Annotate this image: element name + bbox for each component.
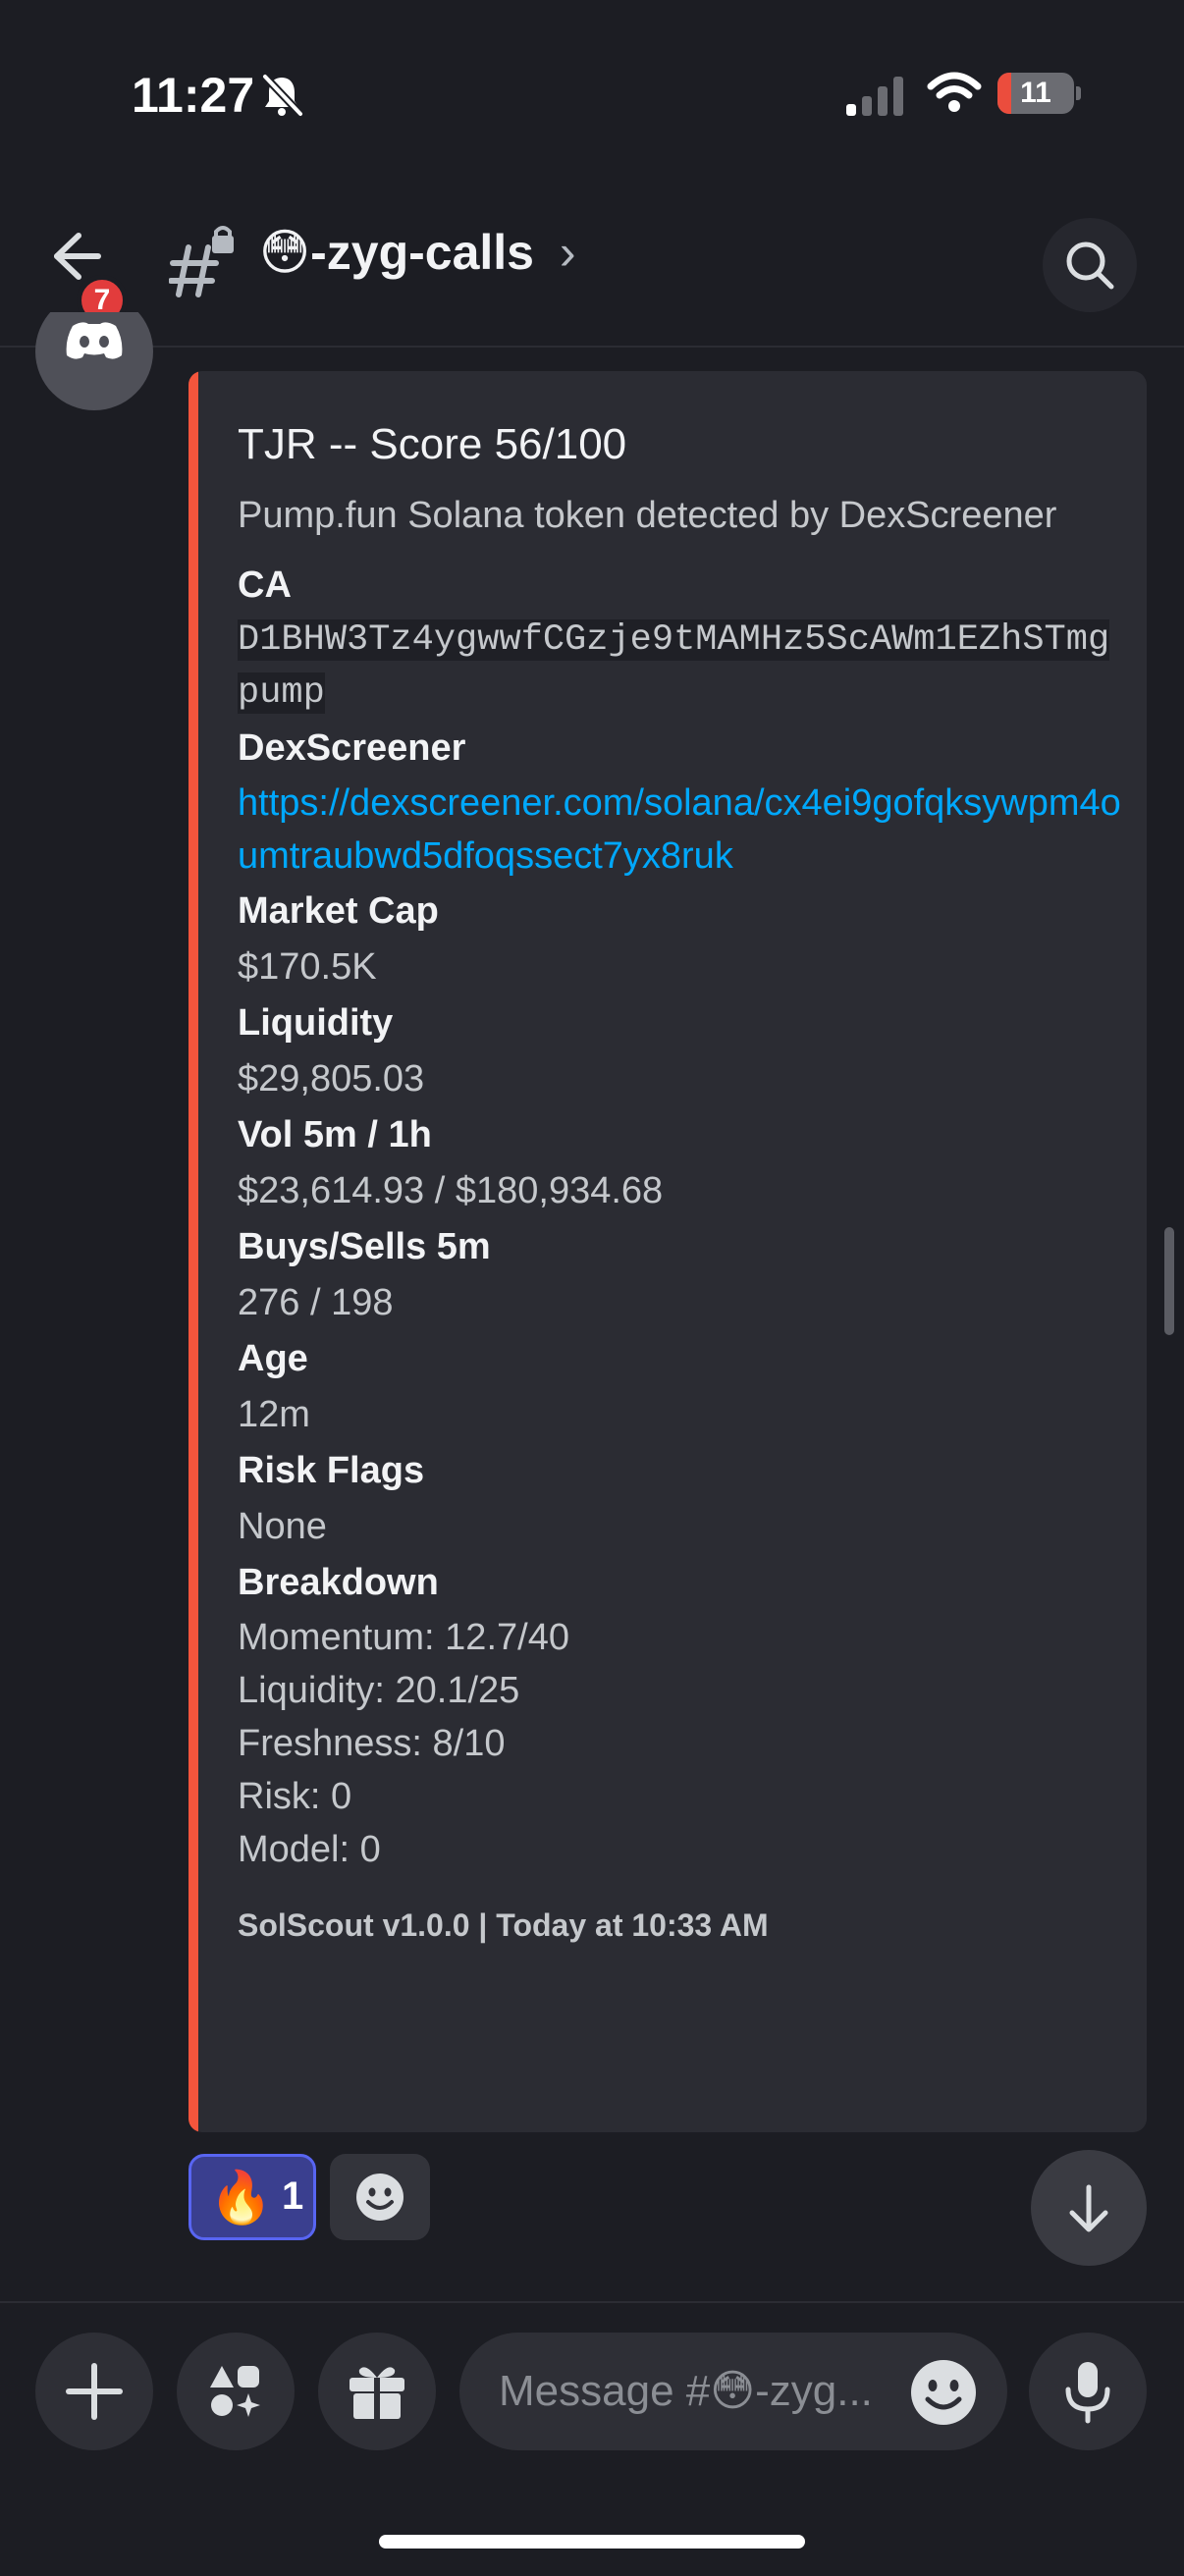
field-value-liquidity: $29,805.03 <box>238 1058 425 1100</box>
bell-slash-icon <box>259 73 304 123</box>
field-value-buys-sells: 276 / 198 <box>238 1282 394 1323</box>
plus-button[interactable] <box>35 2333 153 2450</box>
search-button[interactable] <box>1043 218 1137 312</box>
scrollbar-thumb[interactable] <box>1164 1227 1174 1335</box>
embed-accent-bar <box>188 371 198 2132</box>
apps-icon <box>210 2366 260 2417</box>
embed-footer: SolScout v1.0.0 | Today at 10:33 AM <box>238 1907 769 1943</box>
message-input-placeholder: Message #😳-zyg... <box>499 2367 873 2415</box>
emoji-icon <box>911 2360 976 2425</box>
breakdown-freshness: Freshness: 8/10 <box>238 1723 506 1764</box>
add-reaction-button[interactable] <box>330 2154 430 2240</box>
fire-emoji: 🔥 <box>209 2170 273 2227</box>
plus-icon <box>66 2363 123 2420</box>
battery-icon: 11 <box>997 73 1081 114</box>
reaction-fire[interactable]: 🔥 1 <box>188 2154 316 2240</box>
embed-card: TJR -- Score 56/100 Pump.fun Solana toke… <box>188 371 1147 2132</box>
field-name-market-cap: Market Cap <box>238 890 439 932</box>
avatar[interactable] <box>35 312 153 410</box>
emoji-button[interactable] <box>909 2358 978 2432</box>
field-name-risk-flags: Risk Flags <box>238 1450 425 1491</box>
dexscreener-link[interactable]: https://dexscreener.com/solana/cx4ei9gof… <box>238 777 1121 883</box>
embed-title: TJR -- Score 56/100 <box>238 420 627 468</box>
field-value-risk-flags: None <box>238 1506 327 1547</box>
microphone-button[interactable] <box>1029 2333 1147 2450</box>
field-value-age: 12m <box>238 1394 310 1435</box>
breakdown-liquidity: Liquidity: 20.1/25 <box>238 1670 520 1711</box>
field-name-volume: Vol 5m / 1h <box>238 1114 432 1155</box>
field-name-ca: CA <box>238 564 292 606</box>
home-indicator[interactable] <box>379 2535 805 2549</box>
locked-channel-hash-icon <box>168 224 238 303</box>
wifi-icon <box>927 71 982 119</box>
field-name-buys-sells: Buys/Sells 5m <box>238 1226 491 1267</box>
field-value-market-cap: $170.5K <box>238 946 377 988</box>
breakdown-list: Momentum: 12.7/40 Liquidity: 20.1/25 Fre… <box>238 1611 1121 1876</box>
apps-button[interactable] <box>177 2333 295 2450</box>
field-name-breakdown: Breakdown <box>238 1562 439 1603</box>
channel-title[interactable]: 😳-zyg-calls › <box>259 224 576 281</box>
search-icon <box>1066 242 1114 290</box>
cellular-signal-icon <box>846 77 907 121</box>
status-time: 11:27 <box>132 68 255 123</box>
embed-description: Pump.fun Solana token detected by DexScr… <box>238 495 1057 536</box>
contract-address-code: D1BHW3Tz4ygwwfCGzje9tMAMHz5ScAWm1EZhSTmg… <box>238 619 1110 714</box>
message-input[interactable]: Message #😳-zyg... <box>459 2333 1007 2450</box>
discord-logo-icon <box>66 322 123 359</box>
field-name-liquidity: Liquidity <box>238 1002 394 1044</box>
field-value-ca: D1BHW3Tz4ygwwfCGzje9tMAMHz5ScAWm1EZhSTmg… <box>238 614 1121 720</box>
field-name-age: Age <box>238 1338 308 1379</box>
field-value-volume: $23,614.93 / $180,934.68 <box>238 1170 664 1211</box>
battery-level: 11 <box>1020 77 1051 109</box>
breakdown-model: Model: 0 <box>238 1829 381 1870</box>
jump-to-bottom-button[interactable] <box>1031 2150 1147 2266</box>
microphone-icon <box>1065 2362 1110 2424</box>
breakdown-risk: Risk: 0 <box>238 1776 352 1817</box>
gift-button[interactable] <box>318 2333 436 2450</box>
field-name-dexscreener: DexScreener <box>238 727 466 769</box>
chevron-right-icon: › <box>559 225 576 280</box>
header-divider <box>0 346 1184 348</box>
add-reaction-icon <box>356 2174 404 2221</box>
reaction-count: 1 <box>282 2174 304 2218</box>
arrow-down-icon <box>1069 2184 1108 2232</box>
channel-name: 😳-zyg-calls <box>259 225 534 280</box>
gift-icon <box>350 2367 404 2419</box>
breakdown-momentum: Momentum: 12.7/40 <box>238 1617 569 1658</box>
